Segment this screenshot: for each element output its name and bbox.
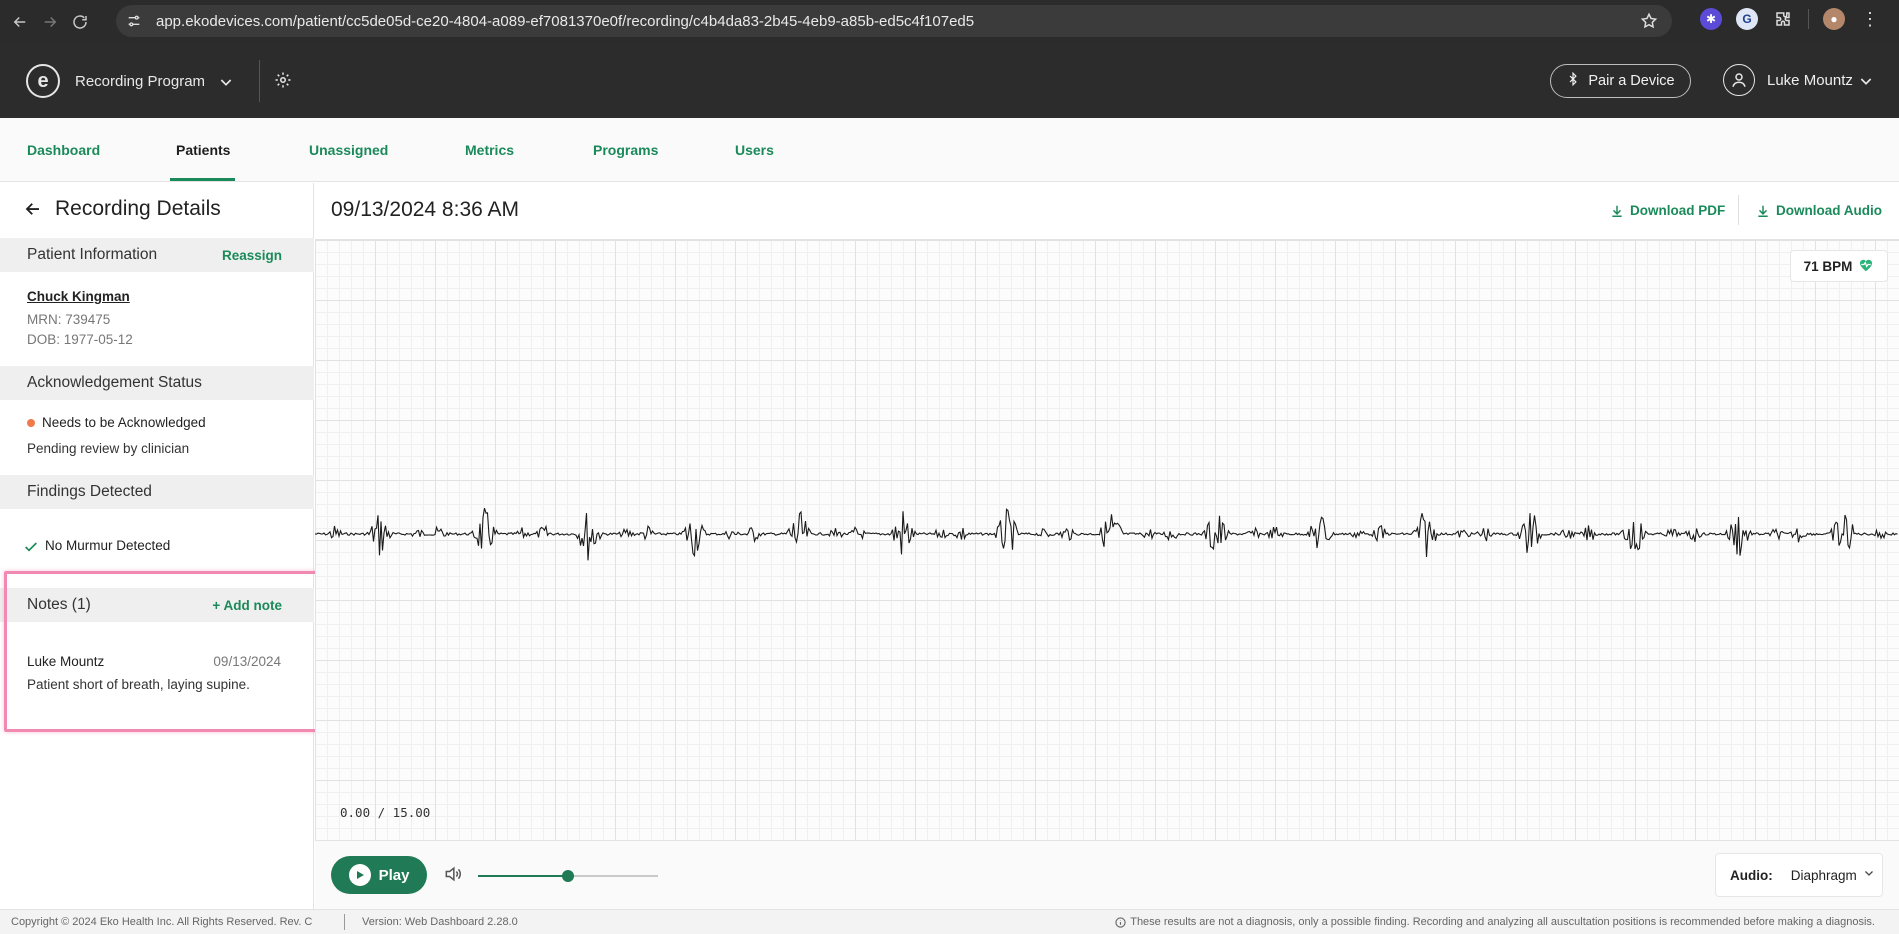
footer: Copyright © 2024 Eko Health Inc. All Rig…	[0, 909, 1899, 934]
play-icon	[348, 864, 371, 886]
pair-device-label: Pair a Device	[1588, 73, 1675, 89]
download-pdf-button[interactable]: Download PDF	[1610, 203, 1725, 218]
recording-header: 09/13/2024 8:36 AM Download PDF Download…	[315, 183, 1899, 240]
recording-datetime: 09/13/2024 8:36 AM	[331, 198, 519, 221]
chevron-down-icon	[1863, 866, 1875, 884]
volume-slider-fill	[478, 875, 568, 877]
volume-slider[interactable]	[478, 870, 658, 882]
download-icon	[1758, 205, 1768, 217]
download-pdf-label: Download PDF	[1630, 203, 1726, 218]
section-heading: Findings Detected	[27, 483, 152, 500]
browser-toolbar: app.ekodevices.com/patient/cc5de05d-ce20…	[0, 0, 1899, 44]
heart-rate-value: 71 BPM	[1803, 258, 1853, 274]
puzzle-icon[interactable]	[1772, 8, 1794, 30]
tab-metrics[interactable]: Metrics	[465, 142, 514, 158]
checkmark-icon	[23, 539, 39, 560]
eko-logo[interactable]: e	[26, 64, 60, 98]
audio-mode-select[interactable]: Audio: Diaphragm	[1715, 853, 1883, 897]
gear-icon[interactable]	[274, 71, 292, 94]
findings-header: Findings Detected	[0, 475, 314, 509]
app-header: e Recording Program Pair a Device Luke M…	[0, 44, 1899, 118]
profile-avatar[interactable]: ●	[1823, 8, 1845, 30]
volume-icon[interactable]	[443, 864, 463, 889]
heart-rate-badge: 71 BPM	[1790, 250, 1888, 282]
acknowledgement-header: Acknowledgement Status	[0, 366, 314, 400]
finding-item: No Murmur Detected	[45, 538, 171, 553]
patient-info-header: Patient Information Reassign	[0, 238, 314, 272]
pair-device-button[interactable]: Pair a Device	[1550, 64, 1691, 98]
copyright-text: Copyright © 2024 Eko Health Inc. All Rig…	[11, 916, 313, 928]
forward-icon[interactable]	[36, 8, 64, 36]
url-text: app.ekodevices.com/patient/cc5de05d-ce20…	[156, 12, 975, 30]
extension-icon[interactable]: ✱	[1700, 8, 1722, 30]
program-selector-label[interactable]: Recording Program	[75, 73, 205, 90]
download-audio-label: Download Audio	[1776, 203, 1882, 218]
disclaimer: These results are not a diagnosis, only …	[1115, 916, 1875, 928]
divider	[1808, 9, 1809, 29]
user-avatar-icon[interactable]	[1723, 64, 1755, 96]
user-name[interactable]: Luke Mountz	[1767, 72, 1853, 89]
header-divider	[259, 60, 260, 102]
section-heading: Patient Information	[27, 246, 158, 263]
extensions-area: ✱ G ● ⋮	[1700, 8, 1881, 30]
reload-icon[interactable]	[66, 8, 94, 36]
notes-highlight	[4, 571, 332, 732]
active-tab-indicator	[170, 178, 235, 181]
footer-divider	[344, 914, 345, 930]
phonocardiogram-waveform	[315, 507, 1898, 561]
chevron-down-icon[interactable]	[218, 74, 234, 95]
play-label: Play	[378, 866, 410, 884]
patient-mrn: MRN: 739475	[27, 312, 111, 327]
tab-unassigned[interactable]: Unassigned	[309, 142, 388, 158]
divider	[1738, 195, 1739, 225]
audio-mode-label: Audio:	[1730, 867, 1773, 883]
tab-programs[interactable]: Programs	[593, 142, 658, 158]
status-dot-icon	[27, 419, 35, 427]
bluetooth-icon	[1566, 71, 1580, 90]
back-arrow-icon[interactable]	[24, 200, 42, 223]
info-icon	[1115, 916, 1126, 928]
chevron-down-icon[interactable]	[1858, 73, 1874, 94]
waveform-trace	[315, 507, 1898, 561]
section-heading: Acknowledgement Status	[27, 374, 202, 391]
audio-player: Play Audio: Diaphragm	[315, 840, 1899, 909]
playback-time: 0.00 / 15.00	[340, 805, 431, 820]
main-tab-nav: Dashboard Patients Unassigned Metrics Pr…	[0, 118, 1899, 182]
disclaimer-text: These results are not a diagnosis, only …	[1130, 916, 1875, 928]
recording-details-panel: Recording Details Patient Information Re…	[0, 183, 314, 909]
site-settings-icon[interactable]	[126, 13, 146, 29]
back-icon[interactable]	[6, 8, 34, 36]
tab-users[interactable]: Users	[735, 142, 774, 158]
address-bar[interactable]: app.ekodevices.com/patient/cc5de05d-ce20…	[116, 5, 1672, 37]
patient-name-link[interactable]: Chuck Kingman	[27, 289, 130, 304]
extension-icon[interactable]: G	[1736, 8, 1758, 30]
page-title: Recording Details	[55, 197, 221, 220]
volume-slider-thumb[interactable]	[562, 870, 574, 882]
tab-dashboard[interactable]: Dashboard	[27, 142, 100, 158]
patient-dob: DOB: 1977-05-12	[27, 332, 133, 347]
play-button[interactable]: Play	[331, 856, 427, 894]
bookmark-star-icon[interactable]	[1640, 12, 1658, 35]
acknowledgement-detail: Pending review by clinician	[27, 441, 190, 456]
reassign-button[interactable]: Reassign	[222, 248, 282, 263]
download-icon	[1612, 205, 1622, 217]
tab-patients[interactable]: Patients	[176, 142, 230, 158]
version-text: Version: Web Dashboard 2.28.0	[362, 916, 518, 928]
acknowledgement-status: Needs to be Acknowledged	[42, 415, 206, 430]
more-menu-icon[interactable]: ⋮	[1859, 8, 1881, 30]
audio-mode-value: Diaphragm	[1790, 867, 1857, 883]
waveform-chart[interactable]	[315, 240, 1899, 840]
download-audio-button[interactable]: Download Audio	[1756, 203, 1882, 218]
heart-pulse-icon	[1858, 257, 1874, 275]
